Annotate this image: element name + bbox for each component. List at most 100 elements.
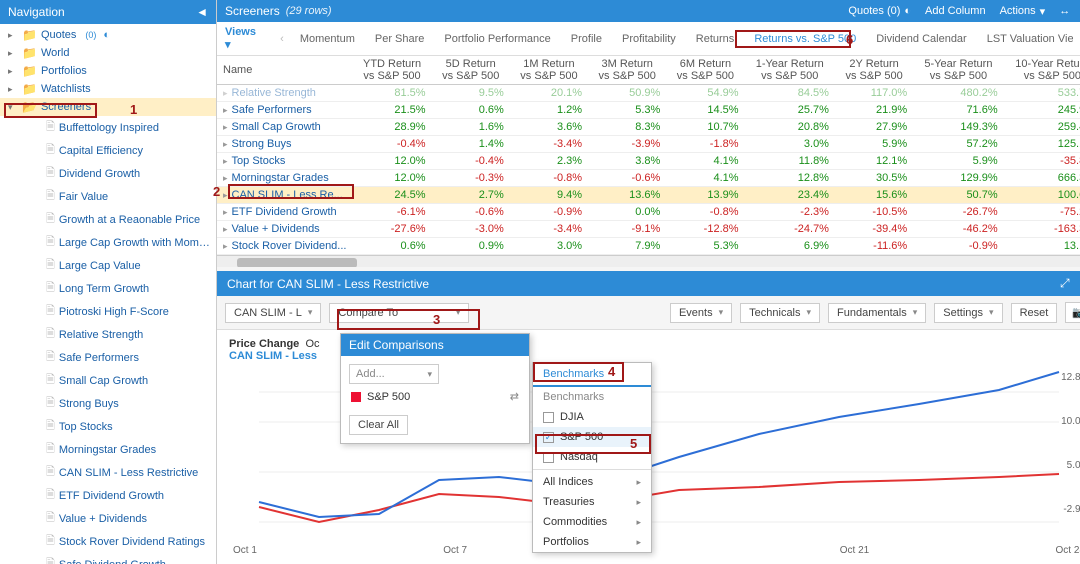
view-tab[interactable]: Per Share [375, 33, 425, 45]
chevron-icon: ▸ [8, 30, 18, 41]
benchmark-option-sp500[interactable]: ✓S&P 500 [533, 427, 651, 447]
column-header[interactable]: 2Y Returnvs S&P 500 [835, 56, 913, 85]
document-icon: 🗎 [46, 555, 55, 564]
screeners-header: Screeners (29 rows) Quotes (0) ◐ Add Col… [217, 0, 1080, 22]
screener-item[interactable]: 🗎Value + Dividends [0, 507, 216, 530]
screener-item[interactable]: 🗎Morningstar Grades [0, 438, 216, 461]
column-header[interactable]: Name [217, 56, 352, 85]
screener-item[interactable]: 🗎Safe Performers [0, 346, 216, 369]
nav-header: Navigation ◄ [0, 0, 216, 24]
nav-item-quotes[interactable]: ▸📁Quotes(0) ◐ [0, 26, 216, 44]
column-header[interactable]: 1-Year Returnvs S&P 500 [745, 56, 835, 85]
quotes-button[interactable]: Quotes (0) ◐ [848, 5, 911, 17]
view-tab[interactable]: Profitability [622, 33, 676, 45]
screener-item[interactable]: 🗎Fair Value [0, 185, 216, 208]
benchmarks-submenu: Benchmarks Benchmarks DJIA ✓S&P 500 Nasd… [532, 362, 652, 553]
column-header[interactable]: YTD Returnvs S&P 500 [352, 56, 431, 85]
submenu-portfolios[interactable]: Portfolios▸ [533, 532, 651, 552]
add-comparison-dropdown[interactable]: Add...▾ [349, 364, 439, 384]
view-tab[interactable]: Profile [571, 33, 602, 45]
compare-to-button[interactable]: Compare To▾ [329, 303, 469, 323]
column-header[interactable]: 6M Returnvs S&P 500 [666, 56, 744, 85]
view-tab[interactable]: Returns [696, 33, 735, 45]
submenu-treasuries[interactable]: Treasuries▸ [533, 492, 651, 512]
screener-item[interactable]: 🗎Stock Rover Dividend Ratings [0, 530, 216, 553]
horizontal-scrollbar[interactable] [217, 255, 1080, 267]
screener-item[interactable]: 🗎Top Stocks [0, 415, 216, 438]
series-color-swatch [351, 392, 361, 402]
swap-icon[interactable]: ⇄ [510, 390, 519, 403]
chevron-icon: ▸ [8, 66, 18, 77]
chevron-icon: ▸ [8, 84, 18, 95]
table-row[interactable]: ▸Safe Performers21.5%0.6%1.2%5.3%14.5%25… [217, 102, 1080, 119]
nav-item-portfolios[interactable]: ▸📁Portfolios [0, 62, 216, 80]
table-row[interactable]: ▸Strong Buys-0.4%1.4%-3.4%-3.9%-1.8%3.0%… [217, 136, 1080, 153]
document-icon: 🗎 [46, 440, 55, 459]
nav-item-world[interactable]: ▸📁World [0, 44, 216, 62]
screener-item[interactable]: 🗎Buffettology Inspired [0, 116, 216, 139]
screener-item[interactable]: 🗎Capital Efficiency [0, 139, 216, 162]
table-row[interactable]: ▸Relative Strength81.5%9.5%20.1%50.9%54.… [217, 85, 1080, 102]
screener-item[interactable]: 🗎Large Cap Growth with Momentum [0, 231, 216, 254]
submenu-all-indices[interactable]: All Indices▸ [533, 472, 651, 492]
table-row[interactable]: ▸Morningstar Grades12.0%-0.3%-0.8%-0.6%4… [217, 170, 1080, 187]
view-tab[interactable]: Returns vs. S&P 500 [754, 33, 856, 45]
actions-button[interactable]: Actions ▾ [1000, 5, 1046, 18]
document-icon: 🗎 [46, 509, 55, 528]
x-tick: Oct 28 [1056, 545, 1080, 556]
series-select[interactable]: CAN SLIM - L▾ [225, 303, 321, 323]
chart-header: Chart for CAN SLIM - Less Restrictive ⤢ … [217, 271, 1080, 296]
nav-item-screeners[interactable]: ▾📂Screeners [0, 98, 216, 116]
table-row[interactable]: ▸Small Cap Growth28.9%1.6%3.6%8.3%10.7%2… [217, 119, 1080, 136]
expand-h-icon[interactable]: ↔ [1059, 5, 1070, 17]
reset-button[interactable]: Reset [1011, 303, 1058, 323]
camera-icon[interactable]: 📷 [1065, 302, 1080, 323]
views-button[interactable]: Views ▾ [225, 26, 264, 51]
screener-item[interactable]: 🗎Dividend Growth [0, 162, 216, 185]
benchmark-option-djia[interactable]: DJIA [533, 407, 651, 427]
clear-all-button[interactable]: Clear All [349, 415, 408, 435]
screener-item[interactable]: 🗎Large Cap Value [0, 254, 216, 277]
view-tab[interactable]: Dividend Calendar [876, 33, 967, 45]
screener-item[interactable]: 🗎Long Term Growth [0, 277, 216, 300]
screener-item[interactable]: 🗎Piotroski High F-Score [0, 300, 216, 323]
nav-title: Navigation [8, 5, 65, 19]
events-button[interactable]: Events▾ [670, 303, 732, 323]
view-tab[interactable]: Momentum [300, 33, 355, 45]
column-header[interactable]: 3M Returnvs S&P 500 [588, 56, 666, 85]
comparison-item-sp500[interactable]: S&P 500 ⇄ [349, 384, 521, 409]
column-header[interactable]: 5D Returnvs S&P 500 [432, 56, 510, 85]
nav-item-watchlists[interactable]: ▸📁Watchlists [0, 80, 216, 98]
benchmark-option-nasdaq[interactable]: Nasdaq [533, 447, 651, 467]
add-column-button[interactable]: Add Column [925, 5, 986, 17]
table-row[interactable]: ▸Stock Rover Dividend...0.6%0.9%3.0%7.9%… [217, 238, 1080, 255]
column-header[interactable]: 5-Year Returnvs S&P 500 [913, 56, 1003, 85]
table-row[interactable]: ▸Value + Dividends-27.6%-3.0%-3.4%-9.1%-… [217, 221, 1080, 238]
chevron-icon: ▸ [223, 207, 228, 217]
screener-item[interactable]: 🗎Small Cap Growth [0, 369, 216, 392]
table-row[interactable]: ▸CAN SLIM - Less Re...24.5%2.7%9.4%13.6%… [217, 187, 1080, 204]
benchmarks-tab[interactable]: Benchmarks [533, 363, 651, 387]
technicals-button[interactable]: Technicals▾ [740, 303, 820, 323]
column-header[interactable]: 1M Returnvs S&P 500 [510, 56, 588, 85]
view-tab[interactable]: LST Valuation View [987, 33, 1074, 45]
screener-item[interactable]: 🗎CAN SLIM - Less Restrictive [0, 461, 216, 484]
table-row[interactable]: ▸ETF Dividend Growth-6.1%-0.6%-0.9%0.0%-… [217, 204, 1080, 221]
screeners-table: NameYTD Returnvs S&P 5005D Returnvs S&P … [217, 56, 1080, 267]
toggle-icon: ◐ [904, 5, 911, 17]
screener-item[interactable]: 🗎ETF Dividend Growth [0, 484, 216, 507]
submenu-commodities[interactable]: Commodities▸ [533, 512, 651, 532]
view-tab[interactable]: Portfolio Performance [444, 33, 550, 45]
chart-expand-icon[interactable]: ⤢ [1060, 276, 1070, 290]
collapse-icon[interactable]: ◄ [196, 5, 208, 19]
fundamentals-button[interactable]: Fundamentals▾ [828, 303, 926, 323]
tabs-prev-icon[interactable]: ‹ [280, 33, 284, 45]
settings-button[interactable]: Settings▾ [934, 303, 1002, 323]
chart-series-label: CAN SLIM - Less [229, 350, 317, 362]
screener-item[interactable]: 🗎Strong Buys [0, 392, 216, 415]
table-row[interactable]: ▸Top Stocks12.0%-0.4%2.3%3.8%4.1%11.8%12… [217, 153, 1080, 170]
column-header[interactable]: 10-Year Returnvs S&P 500 [1004, 56, 1080, 85]
screener-item[interactable]: 🗎Growth at a Reaonable Price [0, 208, 216, 231]
screener-item[interactable]: 🗎Relative Strength [0, 323, 216, 346]
screener-item[interactable]: 🗎Safe Dividend Growth [0, 553, 216, 564]
